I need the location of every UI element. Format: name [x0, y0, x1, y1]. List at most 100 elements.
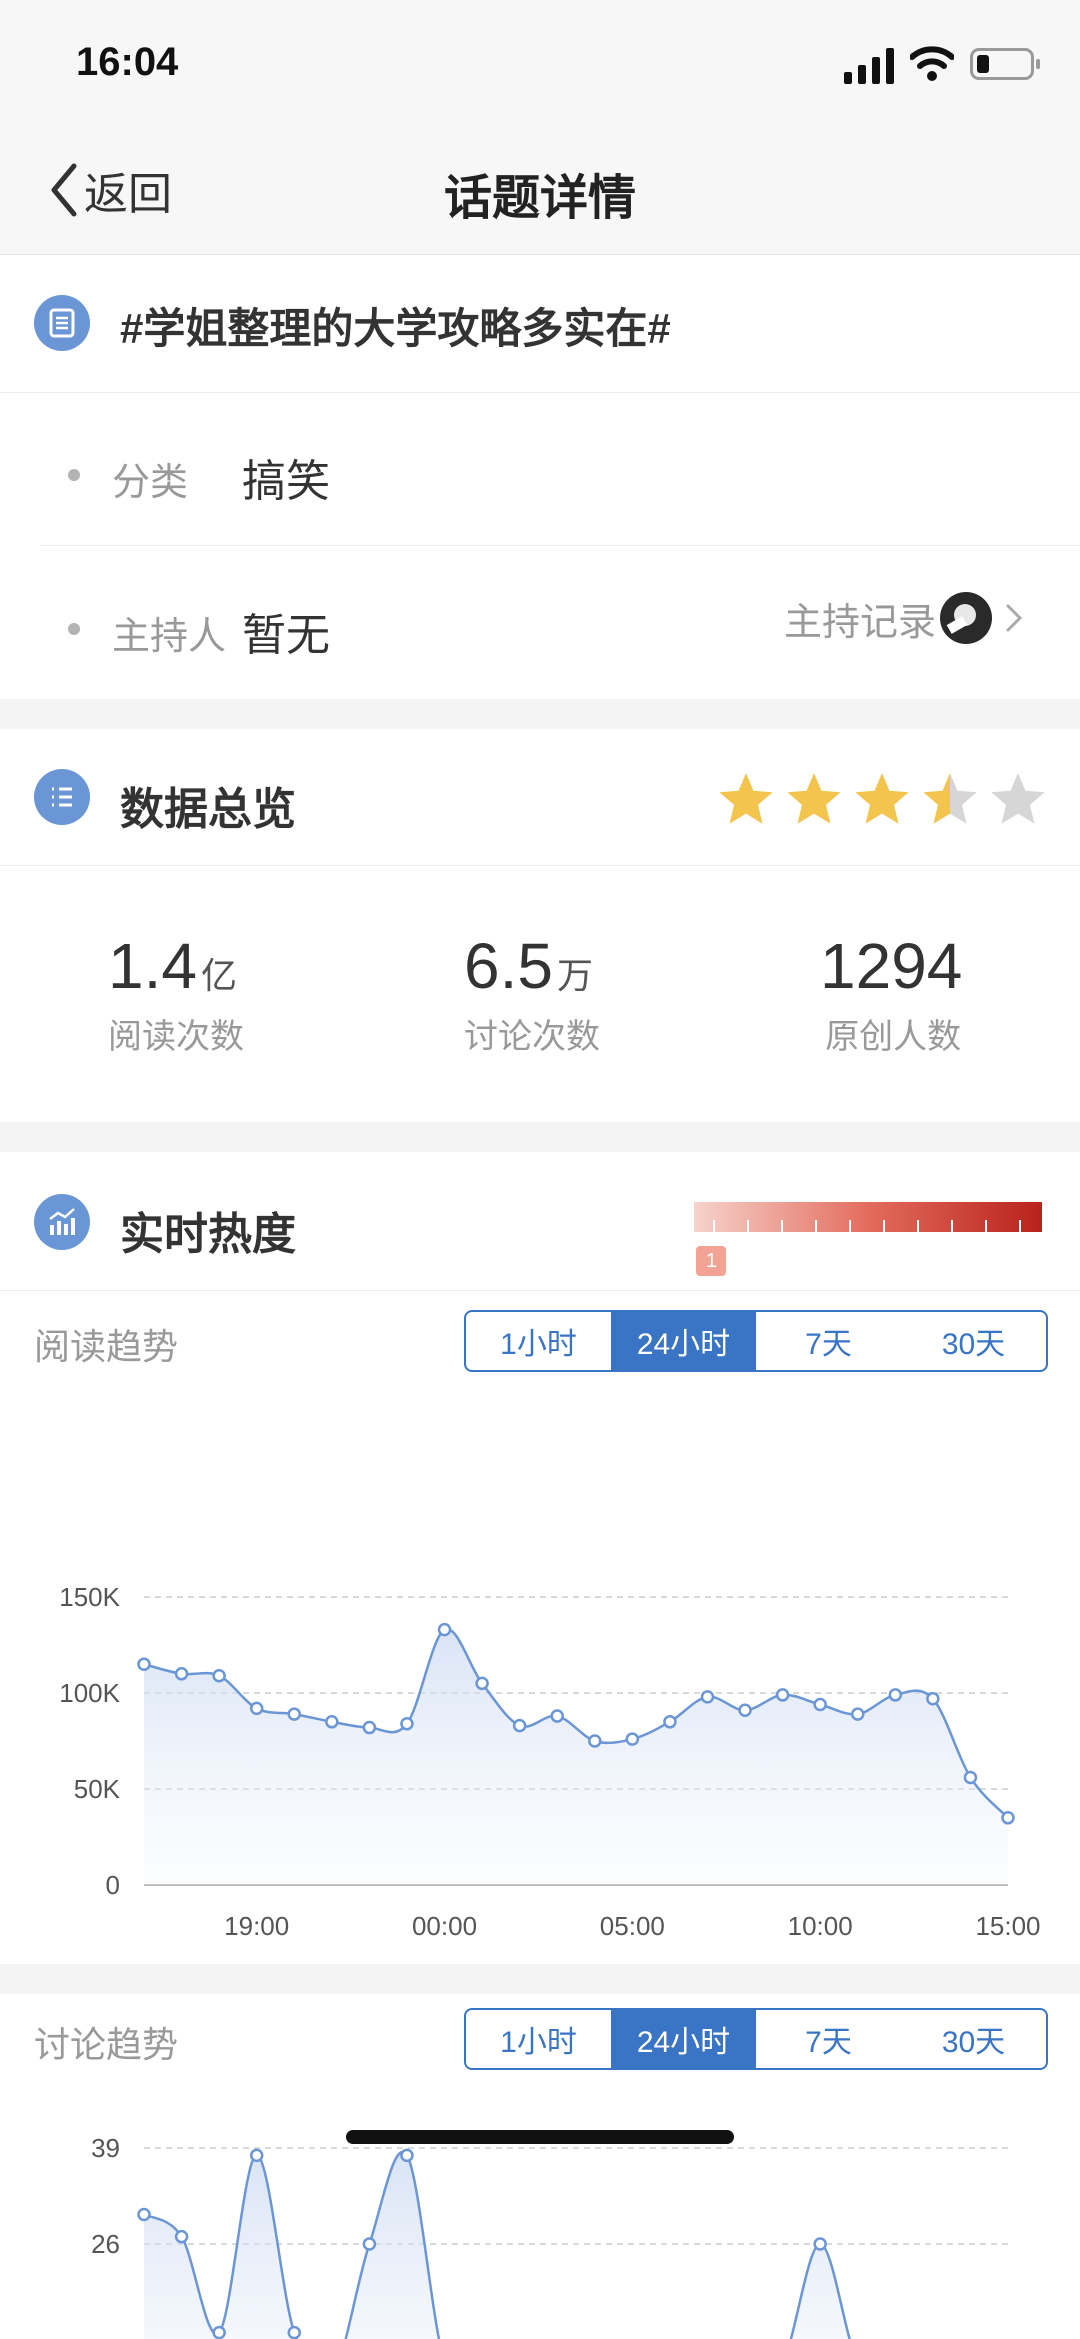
y-tick-label: 150K: [59, 1582, 120, 1612]
trend-chart-icon: [34, 1194, 90, 1250]
heat-scale-bar: [694, 1202, 1042, 1232]
read-trend-label: 阅读趋势: [34, 1326, 179, 1367]
battery-icon: [970, 48, 1040, 80]
discuss-trend-label: 讨论趋势: [34, 2024, 179, 2065]
y-tick-label: 39: [91, 2133, 120, 2163]
read-range-1h[interactable]: 1小时: [466, 1312, 611, 1370]
status-bar: 16:04: [0, 0, 1080, 130]
data-point: [174, 1667, 189, 1681]
heat-level-marker: 1: [696, 1246, 727, 1276]
read-range-24h[interactable]: 24小时: [611, 1312, 756, 1370]
read-range-7d[interactable]: 7天: [756, 1312, 901, 1370]
data-point: [212, 1668, 226, 1683]
y-tick-label: 0: [106, 1870, 120, 1900]
wifi-icon: [910, 46, 954, 81]
data-point: [850, 1707, 865, 1721]
data-point: [475, 1676, 489, 1691]
avatar: [940, 592, 993, 644]
category-label: 分类: [112, 462, 189, 504]
divider: [0, 865, 1080, 866]
document-icon: [34, 295, 90, 351]
data-point: [137, 2207, 151, 2222]
data-point: [287, 2325, 302, 2339]
data-point: [212, 2325, 226, 2339]
stat-read-unit: 亿: [200, 955, 237, 996]
status-time: 16:04: [76, 40, 179, 84]
data-point: [249, 2148, 264, 2163]
x-tick-label: 15:00: [975, 1911, 1040, 1941]
stat-discuss: 6.5 万 讨论次数: [464, 929, 600, 1058]
bullet-dot: [68, 623, 80, 635]
list-icon: [34, 769, 90, 825]
data-point: [588, 1734, 602, 1748]
divider: [0, 1290, 1080, 1291]
data-point: [512, 1718, 527, 1733]
discuss-range-7d[interactable]: 7天: [756, 2010, 901, 2068]
data-point: [249, 1701, 264, 1716]
stat-original-label: 原创人数: [825, 1018, 962, 1056]
host-label: 主持人: [112, 616, 227, 658]
realtime-heat-section: 实时热度 1 阅读趋势 1小时 24小时 7天 30天 0 50K 100K 150K…: [0, 1152, 1080, 1964]
area-fill: [144, 1628, 1008, 1885]
data-overview-section: 数据总览 1.4 亿 阅读次数 6.5 万 讨论次数 1294 原创人数: [0, 729, 1080, 1122]
stat-original: 1294 原创人数: [820, 929, 966, 1058]
read-range-30d[interactable]: 30天: [901, 1312, 1046, 1370]
home-indicator[interactable]: [346, 2130, 734, 2144]
chevron-right-icon: [1006, 604, 1023, 632]
y-tick-label: 100K: [59, 1678, 120, 1708]
data-point: [174, 2229, 189, 2244]
topic-info-section: #学姐整理的大学攻略多实在# 分类 搞笑 主持人 暂无 主持记录: [0, 255, 1080, 699]
stat-read-value: 1.4: [108, 930, 197, 1002]
data-point: [663, 1715, 677, 1729]
data-point: [813, 2237, 827, 2251]
data-point: [738, 1703, 752, 1718]
stat-read-label: 阅读次数: [108, 1018, 244, 1056]
data-point: [963, 1770, 978, 1785]
data-point: [625, 1732, 640, 1746]
y-tick-label: 26: [91, 2229, 120, 2259]
star-icon: [787, 773, 841, 824]
divider: [0, 392, 1080, 393]
data-point: [775, 1688, 790, 1702]
discuss-range-selector: 1小时 24小时 7天 30天: [464, 2008, 1048, 2070]
data-point: [888, 1688, 903, 1702]
area-fill: [144, 2152, 850, 2339]
data-point: [400, 2148, 414, 2163]
x-tick-label: 10:00: [788, 1911, 853, 1941]
discuss-range-30d[interactable]: 30天: [901, 2010, 1046, 2068]
star-icon: [923, 773, 977, 824]
read-trend-chart: 0 50K 100K 150K 19:00 00:00 05:00 10:00 15:00: [59, 1582, 1040, 1941]
read-range-selector: 1小时 24小时 7天 30天: [464, 1310, 1048, 1372]
nav-bar: 返回 话题详情: [0, 130, 1080, 255]
host-value: 暂无: [242, 611, 330, 660]
data-point: [325, 1715, 339, 1729]
discuss-trend-section: 讨论趋势 1小时 24小时 7天 30天 26 39: [0, 1994, 1080, 2339]
overview-title: 数据总览: [120, 785, 296, 834]
host-record-button[interactable]: 主持记录: [784, 587, 1028, 649]
stat-original-value: 1294: [820, 930, 963, 1002]
data-point: [400, 1716, 414, 1731]
category-value: 搞笑: [242, 457, 330, 506]
data-point: [1001, 1811, 1015, 1825]
data-point: [700, 1690, 715, 1704]
stat-discuss-label: 讨论次数: [464, 1018, 600, 1056]
data-point: [437, 1622, 452, 1637]
y-tick-label: 50K: [74, 1774, 121, 1804]
heat-title: 实时热度: [120, 1210, 296, 1259]
host-record-label: 主持记录: [784, 601, 937, 644]
data-point: [362, 1720, 377, 1735]
stat-discuss-unit: 万: [556, 955, 593, 996]
discuss-range-1h[interactable]: 1小时: [466, 2010, 611, 2068]
bullet-dot: [68, 469, 80, 481]
divider: [40, 545, 1080, 546]
star-icon: [991, 773, 1045, 824]
data-point: [926, 1692, 940, 1706]
data-point: [550, 1709, 564, 1723]
discuss-range-24h[interactable]: 24小时: [611, 2010, 756, 2068]
heat-level-value: 1: [705, 1249, 717, 1272]
star-icon: [719, 773, 773, 824]
rating-stars: [719, 773, 1045, 824]
data-point: [137, 1657, 151, 1671]
data-point: [287, 1707, 302, 1721]
x-tick-label: 00:00: [412, 1911, 477, 1941]
